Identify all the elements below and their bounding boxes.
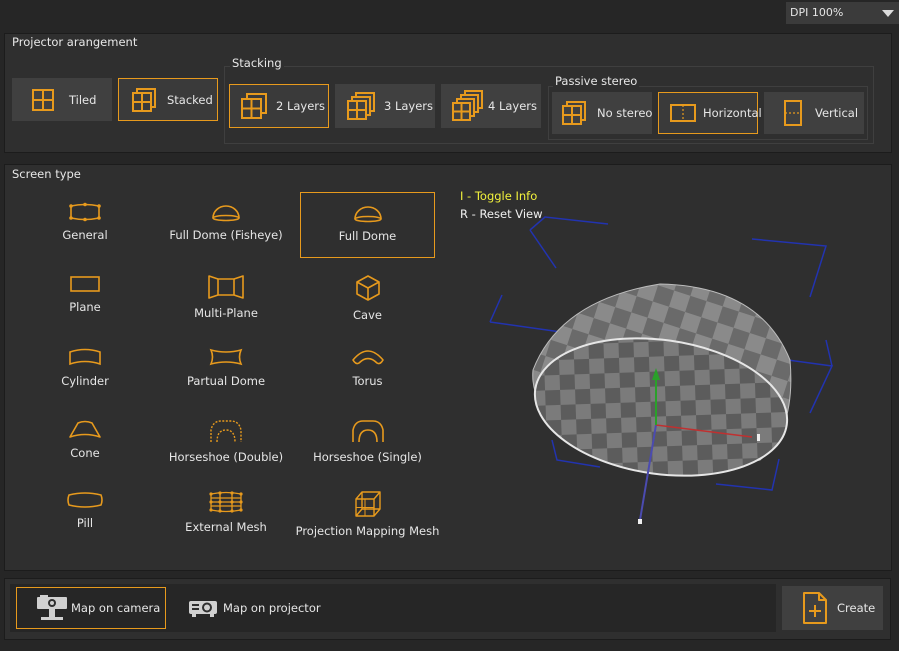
horizontal-stereo-label: Horizontal: [703, 106, 762, 120]
screen-type-label: Full Dome: [338, 229, 397, 243]
tiled-label: Tiled: [69, 92, 97, 107]
horseshoe-double-icon: [210, 420, 242, 443]
no-stereo-label: No stereo: [597, 106, 653, 120]
screen-type-general[interactable]: General: [18, 196, 152, 258]
screen-type-cylinder[interactable]: Cylinder: [18, 340, 152, 402]
screen-type-full-dome[interactable]: Full Dome: [300, 192, 435, 258]
screen-type-label: Plane: [69, 300, 101, 314]
stacking-title: Stacking: [230, 56, 284, 70]
plane-icon: [70, 276, 100, 292]
create-label: Create: [837, 601, 876, 615]
stacked-label: Stacked: [167, 92, 213, 107]
projection-mapping-mesh-icon: [354, 491, 381, 517]
dome-preview-viewport[interactable]: [450, 200, 880, 540]
screen-type-label: Torus: [352, 374, 383, 388]
screen-type-label: Horseshoe (Double): [168, 450, 284, 464]
screen-type-label: Cylinder: [61, 374, 109, 388]
no-stereo-icon: [562, 101, 586, 125]
layers-2-label: 2 Layers: [276, 99, 326, 113]
vertical-stereo-label: Vertical: [815, 106, 859, 120]
screen-type-pill[interactable]: Pill: [18, 484, 152, 546]
cave-icon: [355, 275, 380, 301]
screen-type-full-dome-fisheye[interactable]: Full Dome (Fisheye): [159, 196, 293, 258]
screen-type-label: Cave: [353, 308, 382, 322]
horseshoe-single-icon: [351, 420, 384, 443]
layers-4-label: 4 Layers: [488, 99, 538, 113]
cone-icon: [69, 420, 101, 438]
multi-plane-icon: [208, 275, 244, 299]
map-on-projector-button[interactable]: Map on projector: [172, 587, 322, 629]
screen-type-partial-dome[interactable]: Partual Dome: [159, 340, 293, 402]
map-on-camera-button[interactable]: Map on camera: [16, 587, 166, 629]
map-on-projector-label: Map on projector: [223, 601, 321, 615]
cylinder-icon: [69, 348, 101, 366]
layers-2-button[interactable]: 2 Layers: [229, 84, 329, 128]
external-mesh-icon: [209, 491, 243, 513]
camera-icon: [37, 595, 67, 620]
general-icon: [69, 202, 101, 222]
screen-type-label: Full Dome (Fisheye): [169, 228, 283, 242]
screen-type-projection-mapping-mesh[interactable]: Projection Mapping Mesh: [296, 484, 439, 546]
screen-type-label: Cone: [70, 446, 100, 460]
screen-type-cone[interactable]: Cone: [18, 412, 152, 474]
torus-icon: [351, 350, 384, 365]
dpi-value: DPI 100%: [790, 6, 844, 19]
top-bar: [0, 0, 899, 28]
projector-icon: [189, 601, 217, 617]
screen-type-title: Screen type: [10, 167, 83, 181]
tiled-button[interactable]: Tiled: [12, 78, 112, 121]
screen-type-cave[interactable]: Cave: [300, 268, 435, 330]
screen-type-plane[interactable]: Plane: [18, 268, 152, 330]
map-on-camera-label: Map on camera: [71, 601, 161, 615]
new-file-icon: [803, 592, 827, 624]
screen-type-label: Partual Dome: [186, 374, 266, 388]
vertical-stereo-button[interactable]: Vertical: [764, 92, 864, 134]
screen-type-label: Multi-Plane: [194, 306, 258, 320]
screen-type-label: External Mesh: [185, 520, 267, 534]
stereo-title: Passive stereo: [553, 74, 640, 88]
no-stereo-button[interactable]: No stereo: [552, 92, 652, 134]
horizontal-stereo-button[interactable]: Horizontal: [658, 92, 762, 134]
screen-type-label: General: [62, 228, 108, 242]
vertical-stereo-icon: [784, 100, 802, 126]
pill-icon: [67, 492, 103, 508]
dome-model: [532, 283, 792, 477]
dpi-dropdown[interactable]: DPI 100%: [786, 2, 899, 24]
screen-type-multi-plane[interactable]: Multi-Plane: [159, 268, 293, 330]
dome-fisheye-icon: [212, 205, 240, 222]
chevron-down-icon: [882, 10, 894, 17]
layers-3-label: 3 Layers: [384, 99, 434, 113]
horizontal-stereo-icon: [670, 104, 696, 122]
tiled-icon: [32, 88, 54, 111]
stacked-icon: [132, 87, 156, 112]
projector-title: Projector arangement: [10, 35, 140, 49]
screen-type-label: Projection Mapping Mesh: [295, 524, 440, 538]
two-layers-icon: [241, 93, 267, 119]
partial-dome-icon: [209, 348, 243, 366]
layers-4-button[interactable]: 4 Layers: [441, 84, 541, 128]
stacked-button[interactable]: Stacked: [118, 78, 218, 121]
four-layers-icon: [452, 90, 483, 121]
screen-type-label: Horseshoe (Single): [313, 450, 422, 464]
three-layers-icon: [347, 92, 375, 120]
screen-type-horseshoe-single[interactable]: Horseshoe (Single): [300, 412, 435, 474]
screen-type-label: Pill: [76, 516, 94, 530]
screen-type-torus[interactable]: Torus: [300, 340, 435, 402]
dome-icon: [353, 206, 382, 223]
screen-type-horseshoe-double[interactable]: Horseshoe (Double): [159, 412, 293, 474]
layers-3-button[interactable]: 3 Layers: [335, 84, 435, 128]
create-button[interactable]: Create: [782, 586, 883, 630]
screen-type-external-mesh[interactable]: External Mesh: [159, 484, 293, 546]
